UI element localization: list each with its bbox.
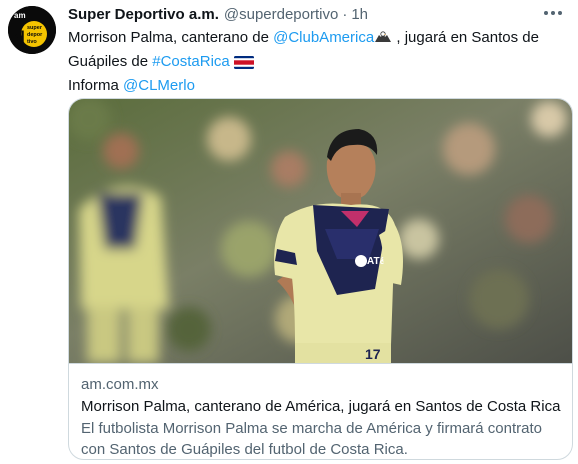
tweet-text: Morrison Palma, canterano de @ClubAmeric… bbox=[68, 27, 568, 96]
avatar-tivo-text: tivo bbox=[27, 39, 37, 45]
mention-club-america[interactable]: @ClubAmerica bbox=[273, 29, 374, 46]
user-handle[interactable]: @superdeportivo bbox=[224, 6, 338, 23]
tweet-timestamp[interactable]: 1h bbox=[351, 6, 368, 23]
more-icon[interactable] bbox=[540, 2, 566, 24]
avatar-letter: d bbox=[14, 28, 25, 48]
avatar-super-text: super bbox=[27, 25, 43, 31]
card-image[interactable]: AT&T 17 bbox=[69, 99, 572, 363]
mention-source[interactable]: @CLMerlo bbox=[123, 77, 195, 94]
tweet-text-part-1: Morrison Palma, canterano de bbox=[68, 29, 274, 46]
hashtag-costa-rica[interactable]: #CostaRica bbox=[152, 53, 230, 70]
costa-rica-flag-icon bbox=[233, 54, 254, 75]
tweet-text-part-3: Informa bbox=[68, 77, 124, 94]
avatar-am-text: am bbox=[14, 11, 26, 20]
card-domain: am.com.mx bbox=[81, 376, 159, 393]
avatar-depor-text: depor bbox=[27, 32, 43, 38]
card-title: Morrison Palma, canterano de América, ju… bbox=[81, 398, 561, 415]
separator-dot: · bbox=[342, 5, 348, 23]
link-card[interactable]: AT&T 17 am.com.mx Morrison Palma, canter… bbox=[68, 98, 573, 460]
card-body[interactable]: am.com.mx Morrison Palma, canterano de A… bbox=[69, 363, 572, 459]
eagle-emoji-icon bbox=[374, 29, 392, 51]
tweet[interactable]: am d super depor tivo Super Deportivo a.… bbox=[0, 0, 578, 464]
card-description: El futbolista Morrison Palma se marcha d… bbox=[81, 420, 543, 458]
avatar[interactable]: am d super depor tivo bbox=[8, 6, 56, 54]
tweet-header: Super Deportivo a.m. @superdeportivo · 1… bbox=[68, 4, 368, 24]
display-name[interactable]: Super Deportivo a.m. bbox=[68, 6, 219, 23]
jersey-number-text: 17 bbox=[365, 346, 381, 362]
